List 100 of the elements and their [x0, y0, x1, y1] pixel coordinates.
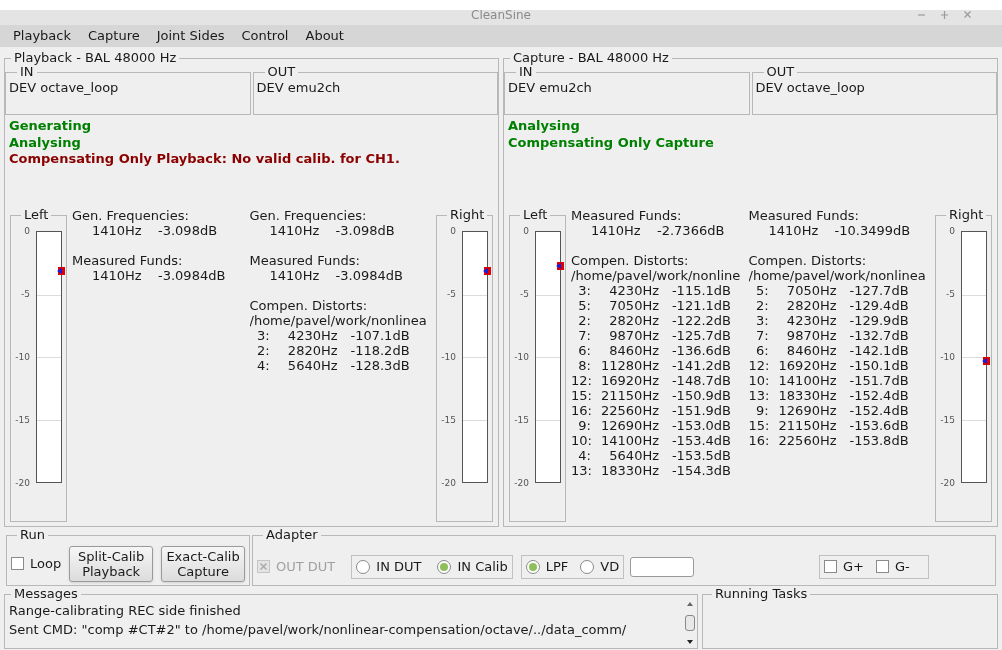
level-value: -142.1dB: [848, 343, 909, 358]
scrollbar[interactable]: [684, 601, 696, 645]
radio-button[interactable]: [525, 559, 540, 574]
harmonic-number: 7:: [754, 328, 769, 343]
level-value: -118.2dB: [349, 343, 410, 358]
group-title: IN: [519, 65, 533, 79]
harmonic-number: 2:: [754, 298, 769, 313]
frequency-value: 5640Hz: [286, 358, 338, 373]
scale-label: -15: [514, 414, 529, 426]
scale-label: -15: [15, 414, 30, 426]
meter-title: Left: [522, 208, 549, 222]
scale-label: -10: [441, 351, 456, 363]
radio-label: LPF: [545, 557, 569, 576]
frequency-value: 8460Hz: [785, 343, 837, 358]
harmonic-number: 4:: [255, 358, 270, 373]
menu-item[interactable]: About: [305, 28, 344, 44]
section-title: Measured Funds:: [571, 208, 682, 223]
checkbox[interactable]: [11, 557, 24, 570]
panel-title: Playback - BAL 48000 Hz: [13, 51, 178, 65]
harmonic-number: 5:: [754, 283, 769, 298]
frequency-value: 7050Hz: [608, 298, 659, 313]
harmonic-number: 7:: [577, 328, 591, 343]
file-path: /home/pavel/work/nonlinea: [748, 268, 925, 283]
scale-label: 0: [24, 225, 30, 237]
radio-button[interactable]: [356, 559, 371, 574]
menu-item[interactable]: Playback: [13, 28, 71, 44]
menu-item[interactable]: Capture: [88, 28, 140, 44]
scale-label: -10: [514, 351, 529, 363]
level-value: -136.6dB: [670, 343, 731, 358]
scale-label: 0: [949, 225, 955, 237]
harmonic-number: 3:: [255, 328, 270, 343]
level-value: -153.8dB: [848, 433, 909, 448]
frequency-value: 9870Hz: [785, 328, 837, 343]
meter-title: Left: [23, 208, 50, 222]
scale-label: 0: [523, 225, 529, 237]
frequency-value: 2820Hz: [286, 343, 338, 358]
frequency-value: 14100Hz: [600, 433, 659, 448]
frequency-value: 5640Hz: [608, 448, 659, 463]
scale-label: 0: [450, 225, 456, 237]
panel-title: Capture - BAL 48000 Hz: [512, 51, 670, 65]
frequency-value: 21150Hz: [600, 388, 659, 403]
level-value: -152.4dB: [848, 403, 909, 418]
level-value: -141.2dB: [670, 358, 731, 373]
section-title: Measured Funds:: [249, 253, 360, 268]
checkbox[interactable]: [875, 560, 889, 573]
harmonic-number: 6:: [754, 343, 769, 358]
close-icon[interactable]: [963, 10, 972, 19]
level-value: -122.2dB: [670, 313, 731, 328]
harmonic-number: 10:: [748, 373, 769, 388]
frequency-value: 2820Hz: [785, 298, 837, 313]
scrollbar-thumb[interactable]: [685, 615, 695, 631]
scale-label: -5: [447, 288, 456, 300]
checkbox[interactable]: [824, 560, 837, 573]
meter-title: Right: [449, 208, 486, 222]
harmonic-number: 15:: [571, 388, 591, 403]
section-title: Compen. Distorts:: [571, 253, 689, 268]
harmonic-number: 16:: [571, 403, 591, 418]
level-value: -10.3499dB: [834, 223, 911, 238]
level-value: -3.098dB: [335, 223, 395, 238]
harmonic-number: 15:: [748, 418, 769, 433]
maximize-icon[interactable]: [940, 10, 949, 19]
scale-label: -5: [946, 288, 955, 300]
frequency-value: 22560Hz: [600, 403, 659, 418]
text-field[interactable]: [630, 556, 695, 577]
harmonic-number: 3:: [754, 313, 769, 328]
level-value: -125.7dB: [670, 328, 731, 343]
radio-button[interactable]: [437, 559, 452, 574]
frequency-value: 1410Hz: [768, 223, 820, 238]
menu-item[interactable]: Joint Sides: [156, 28, 225, 44]
harmonic-number: 2:: [255, 343, 270, 358]
down-arrow-icon[interactable]: [686, 639, 694, 645]
level-value: -151.9dB: [670, 403, 731, 418]
radio-label: IN Calib: [457, 557, 508, 576]
menu-item[interactable]: Control: [241, 28, 289, 44]
scale-label: -20: [514, 477, 529, 489]
checkbox-label: Loop: [30, 554, 62, 573]
button[interactable]: Split-Calib Playback: [69, 545, 154, 582]
device-name: DEV emu2ch: [508, 79, 593, 97]
harmonic-number: 5:: [577, 298, 591, 313]
harmonic-number: 10:: [571, 433, 591, 448]
button[interactable]: Exact-Calib Capture: [161, 545, 245, 582]
radio-button[interactable]: [580, 559, 595, 574]
harmonic-number: 12:: [571, 373, 591, 388]
level-value: -152.4dB: [848, 388, 909, 403]
group-title: Running Tasks: [714, 587, 809, 601]
status-text: Analysing: [9, 134, 81, 151]
section-title: Measured Funds:: [748, 208, 859, 223]
device-name: DEV octave_loop: [9, 79, 120, 97]
section-title: Gen. Frequencies:: [249, 208, 367, 223]
level-value: -132.7dB: [848, 328, 909, 343]
up-arrow-icon[interactable]: [686, 601, 694, 607]
scale-label: -15: [441, 414, 456, 426]
scale-label: -20: [441, 477, 456, 489]
harmonic-number: 13:: [571, 463, 591, 478]
frequency-value: 16920Hz: [600, 373, 659, 388]
frequency-value: 21150Hz: [777, 418, 837, 433]
frequency-value: 1410Hz: [269, 223, 321, 238]
level-value: -128.3dB: [349, 358, 410, 373]
level-value: -153.6dB: [848, 418, 909, 433]
level-value: -3.098dB: [158, 223, 218, 238]
